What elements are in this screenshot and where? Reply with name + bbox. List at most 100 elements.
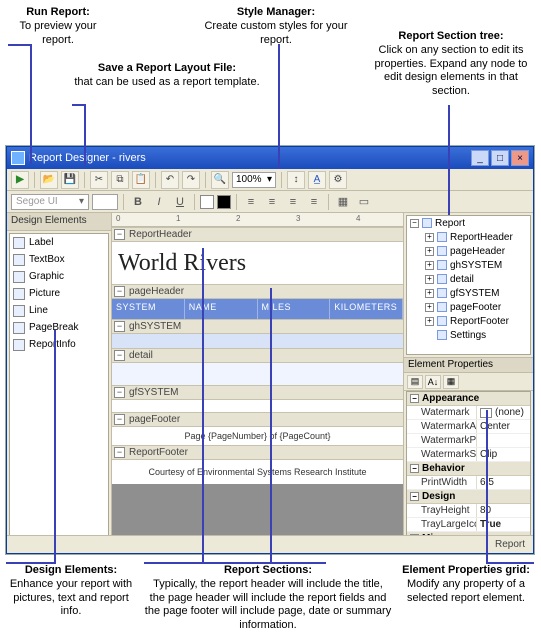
collapse-icon[interactable]: − <box>114 414 125 425</box>
prop-row[interactable]: TrayHeight80 <box>407 504 530 518</box>
backcolor-swatch[interactable] <box>217 195 231 209</box>
italic-button[interactable]: I <box>150 193 168 211</box>
cat-appearance[interactable]: −Appearance <box>407 392 530 406</box>
collapse-icon[interactable]: − <box>114 286 125 297</box>
tree-node[interactable]: +ghSYSTEM <box>407 258 530 272</box>
property-grid[interactable]: −Appearance Watermark(none) WatermarkAli… <box>406 391 531 551</box>
de-item-textbox[interactable]: TextBox <box>10 251 108 268</box>
pagefooter-body[interactable]: Page {PageNumber} of {PageCount} <box>112 427 403 445</box>
border-style-button[interactable]: ▭ <box>355 193 373 211</box>
section-bar-detail[interactable]: −detail <box>112 348 403 363</box>
de-item-label[interactable]: Label <box>10 234 108 251</box>
align-left-button[interactable]: ≡ <box>242 193 260 211</box>
collapse-icon[interactable]: − <box>114 229 125 240</box>
prop-row[interactable]: Watermark(none) <box>407 406 530 420</box>
run-report-button[interactable]: ▶ <box>11 171 29 189</box>
underline-button[interactable]: U <box>171 193 189 211</box>
bold-button[interactable]: B <box>129 193 147 211</box>
maximize-button[interactable]: □ <box>491 150 509 166</box>
font-combo[interactable]: Segoe UI▾ <box>11 194 89 210</box>
redo-button[interactable]: ↷ <box>182 171 200 189</box>
style-manager-button[interactable]: A̲ <box>308 171 326 189</box>
tree-root[interactable]: −Report <box>407 216 530 230</box>
design-surface[interactable]: −ReportHeader World Rivers −pageHeader S… <box>112 227 403 538</box>
tree-node-settings[interactable]: Settings <box>407 328 530 342</box>
zoom-combo[interactable]: 100%▾ <box>232 172 276 188</box>
report-title-label[interactable]: World Rivers <box>118 250 246 277</box>
prop-row[interactable]: WatermarkPrintO <box>407 434 530 448</box>
font-size-combo[interactable] <box>92 194 118 210</box>
report-section-tree: −Report +ReportHeader +pageHeader +ghSYS… <box>406 215 531 355</box>
collapse-icon[interactable]: − <box>114 350 125 361</box>
app-icon <box>11 151 25 165</box>
section-bar-gfsystem[interactable]: −gfSYSTEM <box>112 385 403 400</box>
prop-row[interactable]: TrayLargeIconTrue <box>407 518 530 532</box>
tree-node[interactable]: +ReportHeader <box>407 230 530 244</box>
props-page-button[interactable]: ▦ <box>443 375 459 389</box>
paste-button[interactable]: 📋 <box>132 171 150 189</box>
properties-toolbar: ▤ A↓ ▦ <box>404 373 533 391</box>
close-button[interactable]: × <box>511 150 529 166</box>
de-item-graphic[interactable]: Graphic <box>10 268 108 285</box>
section-bar-pagefooter[interactable]: −pageFooter <box>112 412 403 427</box>
pageheader-body[interactable]: SYSTEM NAME MILES KILOMETERS <box>112 299 403 319</box>
reportfooter-body[interactable]: Courtesy of Environmental Systems Resear… <box>112 460 403 484</box>
col-system[interactable]: SYSTEM <box>112 299 185 319</box>
callout-design-elements: Design Elements: Enhance your report wit… <box>6 564 136 619</box>
col-kilometers[interactable]: KILOMETERS <box>330 299 403 319</box>
tree-node[interactable]: +detail <box>407 272 530 286</box>
collapse-icon[interactable]: − <box>114 447 125 458</box>
reportinfo-icon <box>13 339 25 351</box>
alphabetical-button[interactable]: A↓ <box>425 375 441 389</box>
page-expression[interactable]: Page {PageNumber} of {PageCount} <box>184 431 330 441</box>
border-button[interactable]: ▦ <box>334 193 352 211</box>
callout-section-tree: Report Section tree: Click on any sectio… <box>367 30 535 99</box>
forecolor-swatch[interactable] <box>200 195 214 209</box>
col-name[interactable]: NAME <box>185 299 258 319</box>
categorized-button[interactable]: ▤ <box>407 375 423 389</box>
detail-body[interactable] <box>112 363 403 385</box>
de-item-reportinfo[interactable]: ReportInfo <box>10 336 108 353</box>
cut-button[interactable]: ✂ <box>90 171 108 189</box>
section-bar-pageheader[interactable]: −pageHeader <box>112 284 403 299</box>
tree-node[interactable]: +gfSYSTEM <box>407 286 530 300</box>
de-item-pagebreak[interactable]: PageBreak <box>10 319 108 336</box>
save-layout-button[interactable]: 💾 <box>61 171 79 189</box>
de-item-line[interactable]: Line <box>10 302 108 319</box>
tree-node[interactable]: +pageFooter <box>407 300 530 314</box>
reorder-button[interactable]: ↕ <box>287 171 305 189</box>
ghsystem-body[interactable] <box>112 334 403 348</box>
section-bar-ghsystem[interactable]: −ghSYSTEM <box>112 319 403 334</box>
reportheader-body[interactable]: World Rivers <box>112 242 403 284</box>
cat-design[interactable]: −Design <box>407 490 530 504</box>
prop-row[interactable]: WatermarkSizeMClip <box>407 448 530 462</box>
collapse-icon[interactable]: − <box>114 321 125 332</box>
tree-node[interactable]: +ReportFooter <box>407 314 530 328</box>
horizontal-ruler[interactable]: 0 1 2 3 4 <box>112 213 403 227</box>
footer-credit[interactable]: Courtesy of Environmental Systems Resear… <box>148 467 366 477</box>
section-icon <box>437 246 447 256</box>
align-center-button[interactable]: ≡ <box>263 193 281 211</box>
de-item-picture[interactable]: Picture <box>10 285 108 302</box>
align-justify-button[interactable]: ≡ <box>305 193 323 211</box>
copy-button[interactable]: ⧉ <box>111 171 129 189</box>
settings-button[interactable]: ⚙ <box>329 171 347 189</box>
prop-row[interactable]: PrintWidth6.5 <box>407 476 530 490</box>
cat-behavior[interactable]: −Behavior <box>407 462 530 476</box>
undo-button[interactable]: ↶ <box>161 171 179 189</box>
main-toolbar: ▶ 📂 💾 ✂ ⧉ 📋 ↶ ↷ 🔍 100%▾ ↕ A̲ ⚙ <box>7 169 533 191</box>
section-bar-reportheader[interactable]: −ReportHeader <box>112 227 403 242</box>
collapse-icon[interactable]: − <box>114 387 125 398</box>
minimize-button[interactable]: _ <box>471 150 489 166</box>
tree-node[interactable]: +pageHeader <box>407 244 530 258</box>
gfsystem-body[interactable] <box>112 400 403 412</box>
prop-row[interactable]: WatermarkAlignmCenter <box>407 420 530 434</box>
open-button[interactable]: 📂 <box>40 171 58 189</box>
callout-line <box>448 105 450 215</box>
section-icon <box>437 316 447 326</box>
section-bar-reportfooter[interactable]: −ReportFooter <box>112 445 403 460</box>
col-miles[interactable]: MILES <box>258 299 331 319</box>
zoom-in-button[interactable]: 🔍 <box>211 171 229 189</box>
section-icon <box>437 232 447 242</box>
align-right-button[interactable]: ≡ <box>284 193 302 211</box>
